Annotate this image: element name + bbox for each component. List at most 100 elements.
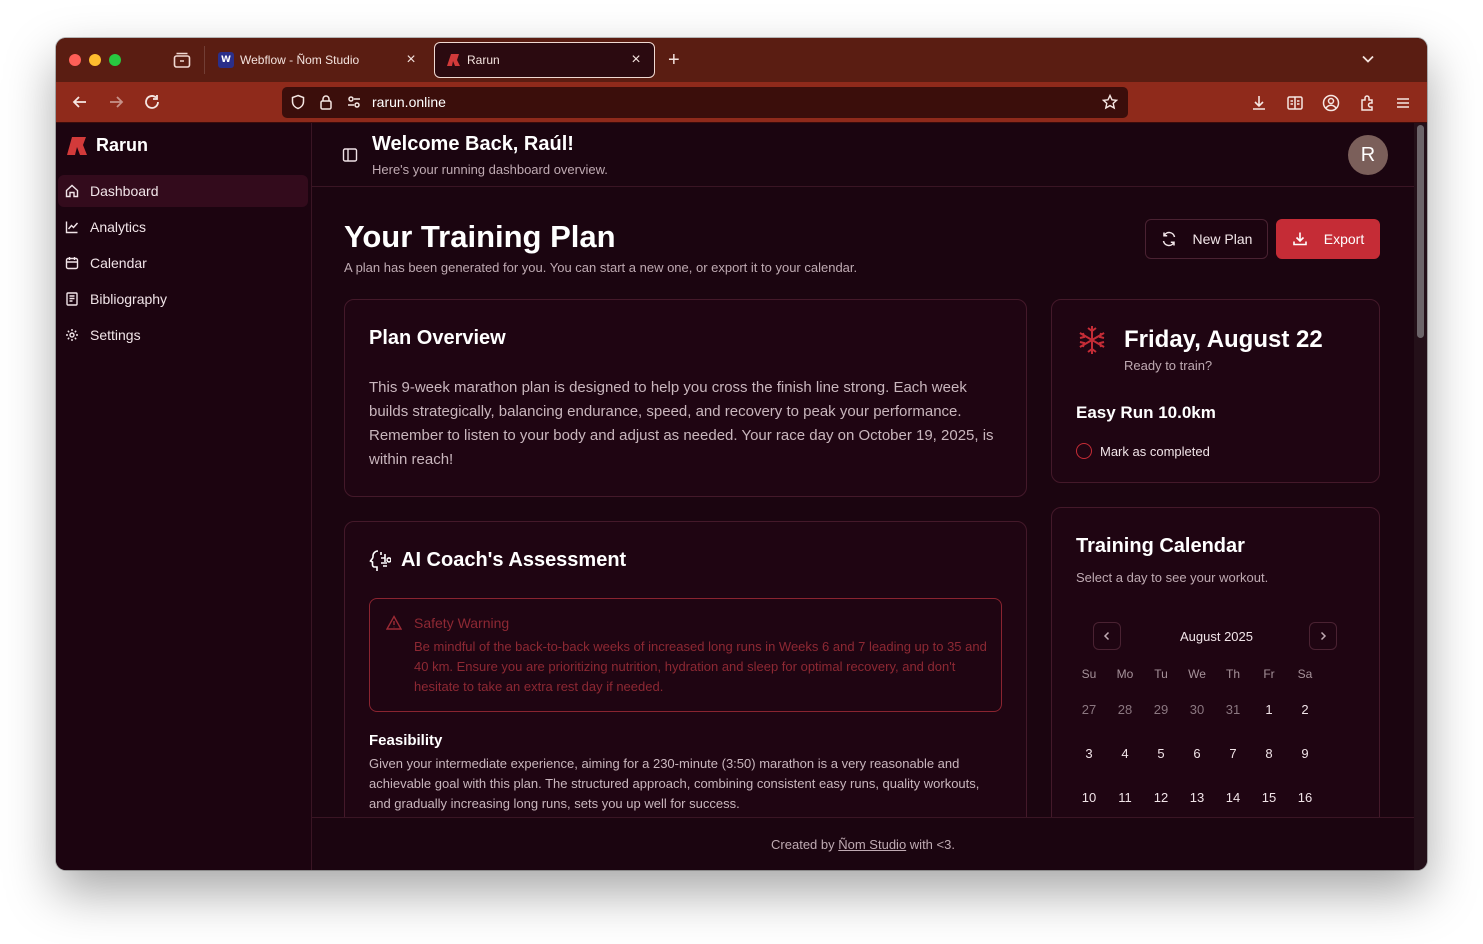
calendar-weekday: Su xyxy=(1081,667,1097,681)
tab-webflow[interactable]: W Webflow - Ñom Studio × xyxy=(208,42,429,78)
calendar-day[interactable]: 28 xyxy=(1107,692,1143,728)
calendar-day[interactable]: 9 xyxy=(1287,736,1323,772)
brain-icon xyxy=(369,549,391,573)
training-calendar-card: Training Calendar Select a day to see yo… xyxy=(1051,507,1380,870)
calendar-weekday: Sa xyxy=(1297,667,1313,681)
calendar-day[interactable]: 10 xyxy=(1071,780,1107,816)
calendar-day[interactable]: 1 xyxy=(1251,692,1287,728)
calendar-weekday: Th xyxy=(1225,667,1240,681)
prev-month-button[interactable] xyxy=(1093,622,1121,650)
main-content: Welcome Back, Raúl! Here's your running … xyxy=(312,123,1414,870)
new-tab-button[interactable]: + xyxy=(668,48,680,72)
calendar-weekday: Tu xyxy=(1154,667,1168,681)
rarun-logo-icon xyxy=(66,136,88,156)
star-icon[interactable] xyxy=(1102,94,1118,110)
extensions-icon[interactable] xyxy=(1358,94,1376,112)
calendar-subtitle: Select a day to see your workout. xyxy=(1076,570,1269,585)
header: Welcome Back, Raúl! Here's your running … xyxy=(312,123,1414,187)
site-permissions-icon[interactable] xyxy=(346,94,362,110)
forward-arrow-icon[interactable] xyxy=(107,93,125,111)
maximize-window-button[interactable] xyxy=(109,54,121,66)
calendar-icon xyxy=(65,256,79,270)
calendar-day[interactable]: 16 xyxy=(1287,780,1323,816)
calendar-day[interactable]: 6 xyxy=(1179,736,1215,772)
export-label: Export xyxy=(1323,231,1365,247)
calendar-day[interactable]: 14 xyxy=(1215,780,1251,816)
brand[interactable]: Rarun xyxy=(66,135,148,156)
tab-rarun[interactable]: Rarun × xyxy=(434,42,655,78)
calendar-day[interactable]: 3 xyxy=(1071,736,1107,772)
refresh-icon xyxy=(1161,231,1177,247)
card-title: Training Calendar xyxy=(1076,535,1245,557)
webflow-icon: W xyxy=(218,52,234,68)
calendar-day[interactable]: 11 xyxy=(1107,780,1143,816)
avatar[interactable]: R xyxy=(1348,135,1388,175)
mark-completed-checkbox[interactable] xyxy=(1076,443,1092,459)
minimize-window-button[interactable] xyxy=(89,54,101,66)
lock-icon[interactable] xyxy=(318,94,334,110)
close-window-button[interactable] xyxy=(69,54,81,66)
footer-prefix: Created by xyxy=(771,837,835,852)
sidebar-item-analytics[interactable]: Analytics xyxy=(58,211,308,243)
today-date: Friday, August 22 xyxy=(1124,326,1323,353)
chart-line-icon xyxy=(65,220,79,234)
reader-view-icon[interactable] xyxy=(1286,94,1304,112)
new-plan-button[interactable]: New Plan xyxy=(1145,219,1268,259)
today-subtitle: Ready to train? xyxy=(1124,358,1213,373)
sidebar: Rarun Dashboard Analytics Calendar Bibli… xyxy=(56,123,312,870)
tab-overview-icon[interactable] xyxy=(172,51,192,69)
warning-text: Be mindful of the back-to-back weeks of … xyxy=(414,639,987,694)
sidebar-item-settings[interactable]: Settings xyxy=(58,319,308,351)
scrollbar-thumb[interactable] xyxy=(1417,125,1424,338)
calendar-day[interactable]: 13 xyxy=(1179,780,1215,816)
menu-icon[interactable] xyxy=(1394,94,1412,112)
calendar-weekday: Mo xyxy=(1116,667,1134,681)
sidebar-item-bibliography[interactable]: Bibliography xyxy=(58,283,308,315)
close-tab-icon[interactable]: × xyxy=(628,51,644,69)
gear-icon xyxy=(65,328,79,342)
tab-title: Webflow - Ñom Studio xyxy=(240,53,360,67)
export-button[interactable]: Export xyxy=(1276,219,1380,259)
page-title: Your Training Plan xyxy=(344,219,616,254)
url-text: rarun.online xyxy=(372,94,446,110)
account-icon[interactable] xyxy=(1322,94,1340,112)
close-tab-icon[interactable]: × xyxy=(403,51,419,69)
address-bar[interactable]: rarun.online xyxy=(282,87,1128,118)
calendar-day[interactable]: 15 xyxy=(1251,780,1287,816)
next-month-button[interactable] xyxy=(1309,622,1337,650)
page-subtitle: A plan has been generated for you. You c… xyxy=(344,260,858,275)
calendar-day[interactable]: 2 xyxy=(1287,692,1323,728)
tab-separator xyxy=(204,46,205,74)
calendar-day[interactable]: 30 xyxy=(1179,692,1215,728)
feasibility-text: Given your intermediate experience, aimi… xyxy=(369,756,980,811)
sidebar-item-calendar[interactable]: Calendar xyxy=(58,247,308,279)
calendar-day[interactable]: 8 xyxy=(1251,736,1287,772)
download-icon[interactable] xyxy=(1250,94,1268,112)
warning-title: Safety Warning xyxy=(414,615,510,631)
calendar-day[interactable]: 12 xyxy=(1143,780,1179,816)
calendar-day[interactable]: 29 xyxy=(1143,692,1179,728)
reload-icon[interactable] xyxy=(143,93,161,111)
sidebar-item-label: Dashboard xyxy=(90,183,159,199)
sidebar-item-dashboard[interactable]: Dashboard xyxy=(58,175,308,207)
footer-studio-link[interactable]: Ñom Studio xyxy=(838,837,906,852)
calendar-day[interactable]: 31 xyxy=(1215,692,1251,728)
back-arrow-icon[interactable] xyxy=(71,93,89,111)
today-workout-card: Friday, August 22 Ready to train? Easy R… xyxy=(1051,299,1380,483)
calendar-day[interactable]: 7 xyxy=(1215,736,1251,772)
mark-completed-label[interactable]: Mark as completed xyxy=(1100,444,1210,459)
calendar-day[interactable]: 4 xyxy=(1107,736,1143,772)
shield-icon[interactable] xyxy=(290,94,306,110)
calendar-day[interactable]: 5 xyxy=(1143,736,1179,772)
safety-warning: Safety Warning Be mindful of the back-to… xyxy=(369,598,1002,712)
calendar-day[interactable]: 27 xyxy=(1071,692,1107,728)
sidebar-item-label: Calendar xyxy=(90,255,147,271)
sidebar-toggle-icon[interactable] xyxy=(342,147,358,163)
today-workout: Easy Run 10.0km xyxy=(1076,403,1216,422)
tab-bar: W Webflow - Ñom Studio × Rarun × + xyxy=(56,38,1427,82)
welcome-title: Welcome Back, Raúl! xyxy=(372,133,574,155)
book-icon xyxy=(65,292,79,306)
card-title: Plan Overview xyxy=(369,327,506,349)
chevron-down-icon[interactable] xyxy=(1361,52,1375,66)
plan-overview-text: This 9-week marathon plan is designed to… xyxy=(369,379,994,468)
